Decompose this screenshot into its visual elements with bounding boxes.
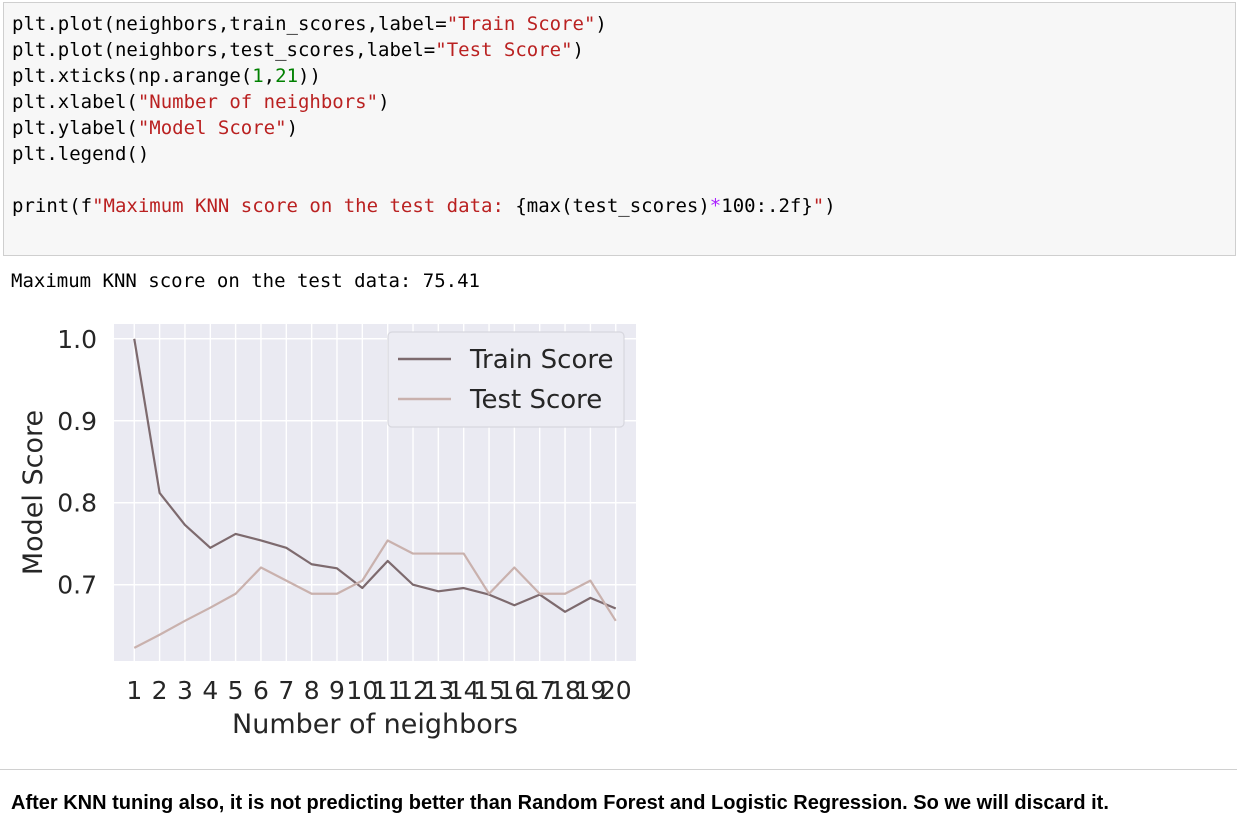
x-tick-label: 2 — [152, 676, 168, 705]
cell-separator — [0, 769, 1237, 770]
code-token: )) — [298, 65, 321, 87]
code-token: plt.legend() — [12, 143, 150, 165]
code-token: ) — [572, 39, 584, 61]
x-tick-label: 9 — [329, 676, 345, 705]
code-token: "Train Score" — [446, 13, 596, 35]
line-chart: 0.70.80.91.01 2 3 4 5 6 7 8 9 1011121314151617181… — [18, 324, 636, 740]
code-editor[interactable]: plt.plot(neighbors,train_scores,label="T… — [12, 11, 836, 219]
code-line: plt.plot(neighbors,test_scores,label="Te… — [12, 37, 836, 63]
code-token: :.2f} — [755, 195, 813, 217]
code-cell-input[interactable]: plt.plot(neighbors,train_scores,label="T… — [3, 2, 1236, 256]
code-token: 100 — [721, 195, 756, 217]
y-tick-label: 0.8 — [57, 489, 97, 518]
code-token: " — [812, 195, 825, 217]
x-tick-label: 7 — [278, 676, 294, 705]
x-axis-label: Number of neighbors — [232, 709, 518, 740]
code-token: plt.plot(neighbors,train_scores,label= — [12, 13, 447, 35]
markdown-cell-text: After KNN tuning also, it is not predict… — [11, 792, 1109, 814]
code-line: plt.ylabel("Model Score") — [12, 115, 836, 141]
y-tick-label: 1.0 — [57, 325, 97, 354]
legend-label: Train Score — [469, 345, 613, 375]
code-line: print(f"Maximum KNN score on the test da… — [12, 193, 836, 219]
y-tick-label: 0.9 — [57, 407, 97, 436]
code-token: plt.xlabel( — [12, 91, 138, 113]
code-token: plt.xticks(np.arange( — [12, 65, 253, 87]
code-token: 21 — [275, 65, 299, 87]
code-token: "Model Score" — [137, 117, 287, 139]
code-token: * — [709, 195, 722, 217]
code-line: plt.plot(neighbors,train_scores,label="T… — [12, 11, 836, 37]
code-token: "Number of neighbors" — [137, 91, 379, 113]
code-token: "Maximum KNN score on the test data: — [92, 195, 516, 217]
x-tick-label: 5 — [228, 676, 244, 705]
x-tick-label: 4 — [202, 676, 218, 705]
y-tick-label: 0.7 — [57, 571, 97, 600]
code-token: ) — [824, 195, 836, 217]
code-line: plt.xlabel("Number of neighbors") — [12, 89, 836, 115]
code-token: "Test Score" — [435, 39, 573, 61]
code-token: ) — [595, 13, 607, 35]
x-tick-label: 6 — [253, 676, 269, 705]
x-tick-label: 8 — [304, 676, 320, 705]
cell-output-text: Maximum KNN score on the test data: 75.4… — [11, 270, 480, 292]
code-line: plt.legend() — [12, 141, 836, 167]
x-tick-label: 3 — [177, 676, 193, 705]
code-token: , — [263, 65, 276, 87]
code-token: {max(test_scores) — [515, 195, 710, 217]
code-token: print(f — [12, 195, 93, 217]
code-token: ) — [378, 91, 390, 113]
legend-label: Test Score — [469, 385, 602, 415]
code-token: 1 — [252, 65, 264, 87]
x-tick-label: 20 — [600, 676, 632, 705]
x-tick-label: 1 — [126, 676, 142, 705]
code-token: ) — [286, 117, 299, 139]
code-token: plt.ylabel( — [12, 117, 138, 139]
code-line: plt.xticks(np.arange(1,21)) — [12, 63, 836, 89]
code-token: plt.plot(neighbors,test_scores,label= — [12, 39, 436, 61]
y-axis-label: Model Score — [18, 410, 49, 575]
